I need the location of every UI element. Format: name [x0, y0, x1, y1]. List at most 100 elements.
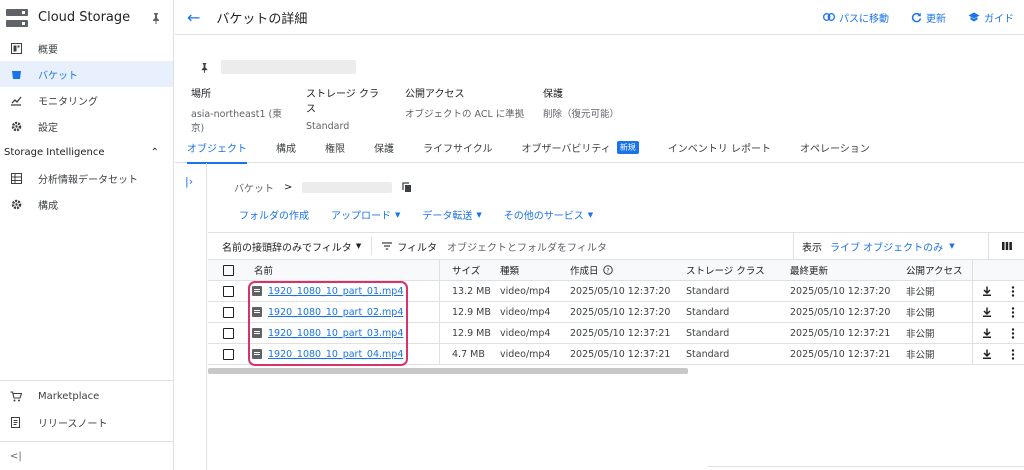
- help-icon[interactable]: ?: [602, 265, 613, 275]
- new-badge: 新規: [616, 141, 639, 154]
- download-icon[interactable]: [982, 286, 992, 296]
- tab-lifecycle[interactable]: ライフサイクル: [423, 133, 493, 163]
- sidebar-item-release-notes[interactable]: リリースノート: [0, 409, 173, 435]
- sidebar-item-configuration[interactable]: 構成: [0, 191, 173, 217]
- table-row[interactable]: 1920_1080_10_part_01.mp4 13.2 MB video/m…: [208, 281, 1024, 302]
- file-link[interactable]: 1920_1080_10_part_03.mp4: [268, 328, 403, 339]
- row-checkbox[interactable]: [222, 306, 234, 318]
- filter-button[interactable]: フィルタ: [382, 239, 437, 254]
- actions-column-header: [972, 260, 1024, 280]
- action-label: その他のサービス: [503, 211, 584, 222]
- modified-cell: 2025/05/10 12:37:20: [790, 306, 891, 318]
- upload-button[interactable]: アップロード ▼: [331, 207, 400, 223]
- view-dropdown[interactable]: ライブ オブジェクトのみ ▼: [830, 239, 955, 254]
- more-vert-icon[interactable]: [1011, 348, 1015, 360]
- transfer-data-button[interactable]: データ転送 ▼: [422, 207, 481, 223]
- row-checkbox[interactable]: [222, 327, 234, 339]
- file-link[interactable]: 1920_1080_10_part_02.mp4: [268, 307, 403, 318]
- column-header-public-access[interactable]: 公開アクセス: [906, 263, 968, 277]
- property-public-access: 公開アクセス オブジェクトの ACL に準拠: [405, 85, 525, 134]
- table-row[interactable]: 1920_1080_10_part_03.mp4 12.9 MB video/m…: [208, 323, 1024, 344]
- tab-permissions[interactable]: 権限: [325, 133, 345, 163]
- size-cell: 12.9 MB: [452, 306, 491, 318]
- sidebar-bottom: Marketplace リリースノート <|: [0, 380, 173, 470]
- filter-input[interactable]: オブジェクトとフォルダをフィルタ: [447, 239, 607, 254]
- divider: [371, 237, 373, 255]
- sidebar-item-settings[interactable]: 設定: [0, 113, 173, 139]
- created-cell: 2025/05/10 12:37:20: [570, 285, 671, 297]
- link-icon: [823, 13, 835, 21]
- page-title: バケットの詳細: [216, 11, 308, 27]
- go-to-path-button[interactable]: パスに移動: [823, 10, 889, 25]
- tab-protection[interactable]: 保護: [374, 133, 394, 163]
- table-row[interactable]: 1920_1080_10_part_02.mp4 12.9 MB video/m…: [208, 302, 1024, 323]
- download-icon[interactable]: [982, 349, 992, 359]
- create-folder-button[interactable]: フォルダの作成: [239, 207, 309, 222]
- cart-icon: [10, 390, 22, 402]
- sidebar-item-datasets[interactable]: 分析情報データセット: [0, 165, 173, 191]
- sidebar-section-storage-intelligence[interactable]: Storage Intelligence ⌃: [0, 139, 173, 165]
- caret-down-icon: ▼: [355, 242, 362, 250]
- tab-configuration[interactable]: 構成: [276, 133, 296, 163]
- more-vert-icon[interactable]: [1011, 306, 1015, 318]
- row-checkbox[interactable]: [222, 285, 234, 297]
- back-arrow-icon[interactable]: ←: [187, 8, 200, 27]
- more-vert-icon[interactable]: [1011, 327, 1015, 339]
- prefix-filter-dropdown[interactable]: 名前の接頭辞のみでフィルタ ▼: [222, 239, 361, 254]
- dataset-icon: [10, 172, 22, 184]
- monitoring-icon: [10, 94, 22, 106]
- tab-operations[interactable]: オペレーション: [800, 133, 870, 163]
- property-value: 削除（復元可能）: [543, 109, 620, 120]
- column-header-created[interactable]: 作成日 ?: [570, 263, 686, 277]
- dashboard-icon: [10, 42, 22, 54]
- tab-inventory-reports[interactable]: インベントリ レポート: [668, 133, 771, 163]
- expand-panel-icon[interactable]: |›: [185, 175, 193, 188]
- guide-button[interactable]: ガイド: [968, 10, 1014, 25]
- more-vert-icon[interactable]: [1011, 285, 1015, 297]
- pin-icon[interactable]: [200, 62, 209, 73]
- section-title: Storage Intelligence: [4, 146, 105, 158]
- property-key: 公開アクセス: [405, 89, 465, 100]
- column-header-size[interactable]: サイズ: [440, 263, 500, 277]
- tab-label: オブジェクト: [187, 144, 247, 155]
- column-label: 名前: [254, 266, 274, 277]
- tab-label: 権限: [325, 144, 345, 155]
- select-all-checkbox[interactable]: [222, 264, 234, 276]
- pin-icon[interactable]: [151, 12, 161, 24]
- column-header-last-modified[interactable]: 最終更新: [790, 263, 906, 277]
- breadcrumb-bucket-redacted[interactable]: [302, 182, 393, 193]
- file-link[interactable]: 1920_1080_10_part_01.mp4: [268, 286, 403, 297]
- size-cell: 4.7 MB: [452, 348, 485, 360]
- product-title: Cloud Storage: [38, 10, 131, 25]
- download-icon[interactable]: [982, 328, 992, 338]
- column-header-storage-class[interactable]: ストレージ クラス: [686, 263, 790, 277]
- sidebar-item-marketplace[interactable]: Marketplace: [0, 383, 173, 409]
- tab-objects[interactable]: オブジェクト: [187, 133, 247, 164]
- column-header-type[interactable]: 種類: [500, 263, 570, 277]
- sidebar-item-buckets[interactable]: バケット: [0, 61, 173, 87]
- copy-icon[interactable]: [402, 182, 412, 193]
- prefix-filter-label: 名前の接頭辞のみでフィルタ: [222, 242, 352, 254]
- row-actions: [972, 281, 1024, 301]
- file-icon: [252, 286, 262, 296]
- row-checkbox[interactable]: [222, 348, 234, 360]
- column-header-name[interactable]: 名前: [248, 260, 440, 280]
- horizontal-scrollbar[interactable]: [208, 368, 688, 374]
- other-services-button[interactable]: その他のサービス ▼: [503, 207, 593, 223]
- breadcrumb-root[interactable]: バケット: [234, 180, 274, 195]
- file-link[interactable]: 1920_1080_10_part_04.mp4: [268, 349, 403, 360]
- sidebar-item-overview[interactable]: 概要: [0, 35, 173, 61]
- public-access-cell: 非公開: [906, 308, 935, 319]
- tab-observability[interactable]: オブザーバビリティ 新規: [522, 133, 639, 163]
- name-cell: 1920_1080_10_part_02.mp4: [248, 302, 440, 322]
- name-cell: 1920_1080_10_part_03.mp4: [248, 323, 440, 343]
- collapse-sidebar-button[interactable]: <|: [0, 442, 173, 470]
- download-icon[interactable]: [982, 307, 992, 317]
- property-location: 場所 asia-northeast1 (東京): [191, 85, 288, 134]
- refresh-button[interactable]: 更新: [911, 10, 946, 25]
- column-display-button[interactable]: [988, 233, 1024, 259]
- property-key: ストレージ クラス: [306, 89, 379, 115]
- table-header: 名前 サイズ 種類 作成日 ? ストレージ クラス 最終更新 公開アクセス: [208, 260, 1024, 281]
- table-row[interactable]: 1920_1080_10_part_04.mp4 4.7 MB video/mp…: [208, 344, 1024, 365]
- sidebar-item-monitoring[interactable]: モニタリング: [0, 87, 173, 113]
